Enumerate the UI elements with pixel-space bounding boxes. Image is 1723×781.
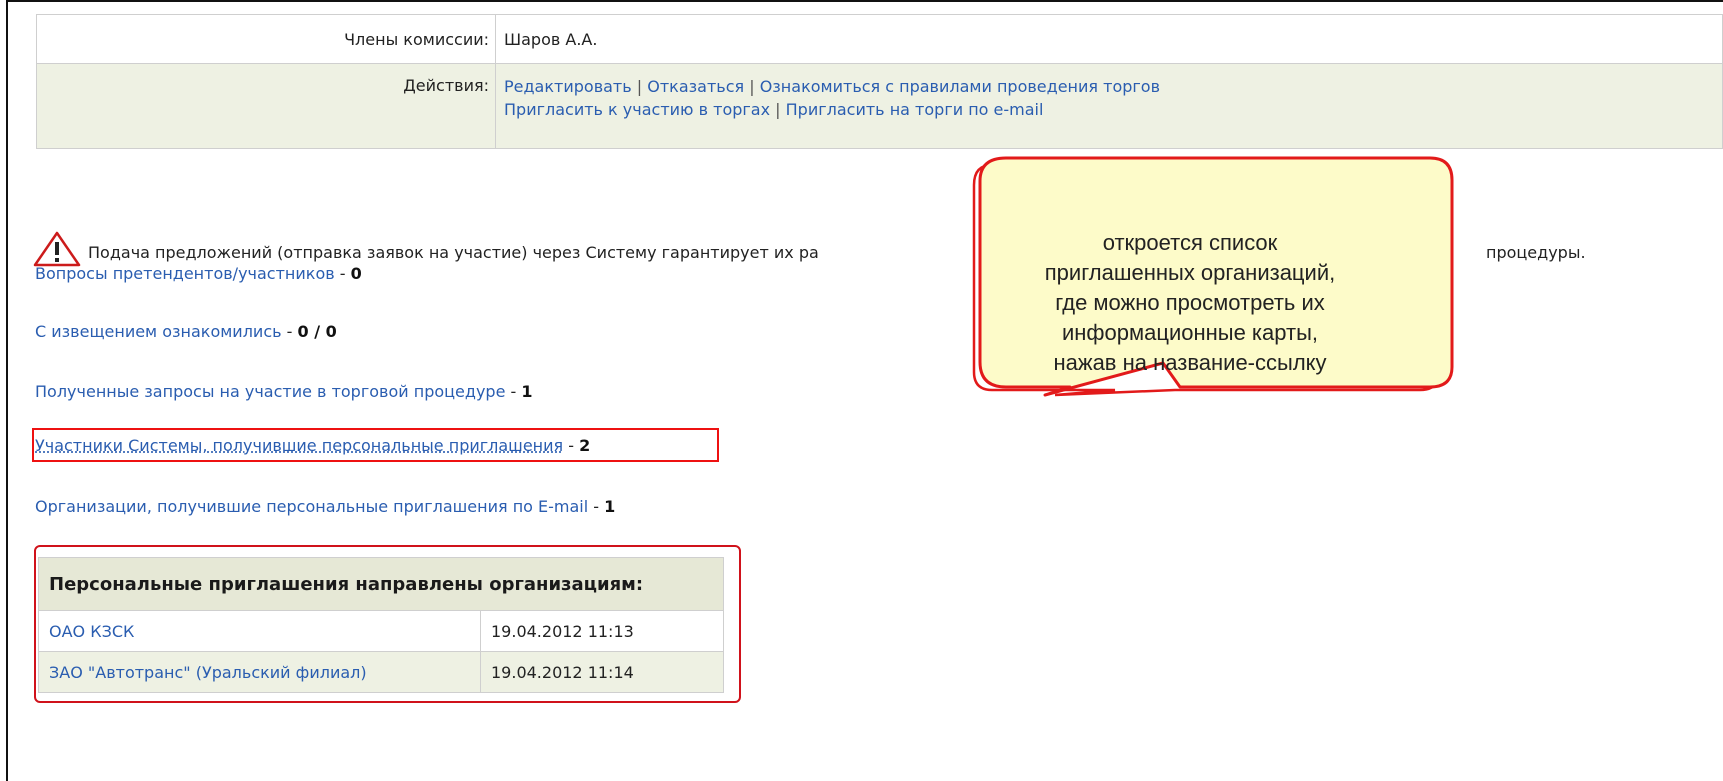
org-link[interactable]: ОАО КЗСК [49,622,134,641]
members-row: Члены комиссии: Шаров А.А. [36,14,1723,64]
invited-participants-line: Участники Системы, получившие персональн… [35,436,591,455]
invite-to-trade-link[interactable]: Пригласить к участию в торгах [504,100,770,119]
questions-link[interactable]: Вопросы претендентов/участников [35,264,335,283]
invitations-header-row: Персональные приглашения направлены орга… [38,557,724,611]
date-cell: 19.04.2012 11:13 [480,610,724,652]
separator: | [775,100,781,119]
org-link[interactable]: ЗАО "Автотранс" (Уральский филиал) [49,663,367,682]
separator: | [749,77,755,96]
org-cell: ЗАО "Автотранс" (Уральский филиал) [38,651,481,693]
refuse-link[interactable]: Отказаться [647,77,744,96]
actions-cell: Редактировать | Отказаться | Ознакомитьс… [495,63,1723,149]
table-row: ЗАО "Автотранс" (Уральский филиал) 19.04… [38,651,724,693]
invitations-header: Персональные приглашения направлены орга… [38,557,724,611]
notice-text: Подача предложений (отправка заявок на у… [88,243,819,262]
acquainted-link[interactable]: С извещением ознакомились [35,322,282,341]
table-row: ОАО КЗСК 19.04.2012 11:13 [38,610,724,652]
requests-line: Полученные запросы на участие в торговой… [35,382,533,401]
notice-text-end: процедуры. [1486,243,1586,262]
email-invited-line: Организации, получившие персональные при… [35,497,616,516]
invite-by-email-link[interactable]: Пригласить на торги по e-mail [786,100,1044,119]
rules-link[interactable]: Ознакомиться с правилами проведения торг… [760,77,1160,96]
email-invited-link[interactable]: Организации, получившие персональные при… [35,497,588,516]
members-label: Члены комиссии: [36,14,496,64]
questions-line: Вопросы претендентов/участников - 0 [35,264,362,283]
separator: | [636,77,643,96]
email-invited-count: 1 [604,497,616,516]
requests-link[interactable]: Полученные запросы на участие в торговой… [35,382,505,401]
actions-label: Действия: [36,63,496,149]
edit-link[interactable]: Редактировать [504,77,632,96]
acquainted-line: С извещением ознакомились - 0 / 0 [35,322,337,341]
org-cell: ОАО КЗСК [38,610,481,652]
questions-count: 0 [350,264,362,283]
invited-participants-count: 2 [579,436,591,455]
callout-text: откроется список приглашенных организаци… [1044,230,1336,375]
acquainted-count: 0 / 0 [297,322,337,341]
actions-row: Действия: Редактировать | Отказаться | О… [36,63,1723,149]
date-cell: 19.04.2012 11:14 [480,651,724,693]
invitations-table: Персональные приглашения направлены орга… [38,557,724,693]
procedure-properties-table: Члены комиссии: Шаров А.А. Действия: Ред… [36,14,1723,149]
invited-participants-link[interactable]: Участники Системы, получившие персональн… [35,436,563,455]
requests-count: 1 [521,382,533,401]
members-value: Шаров А.А. [495,14,1723,64]
